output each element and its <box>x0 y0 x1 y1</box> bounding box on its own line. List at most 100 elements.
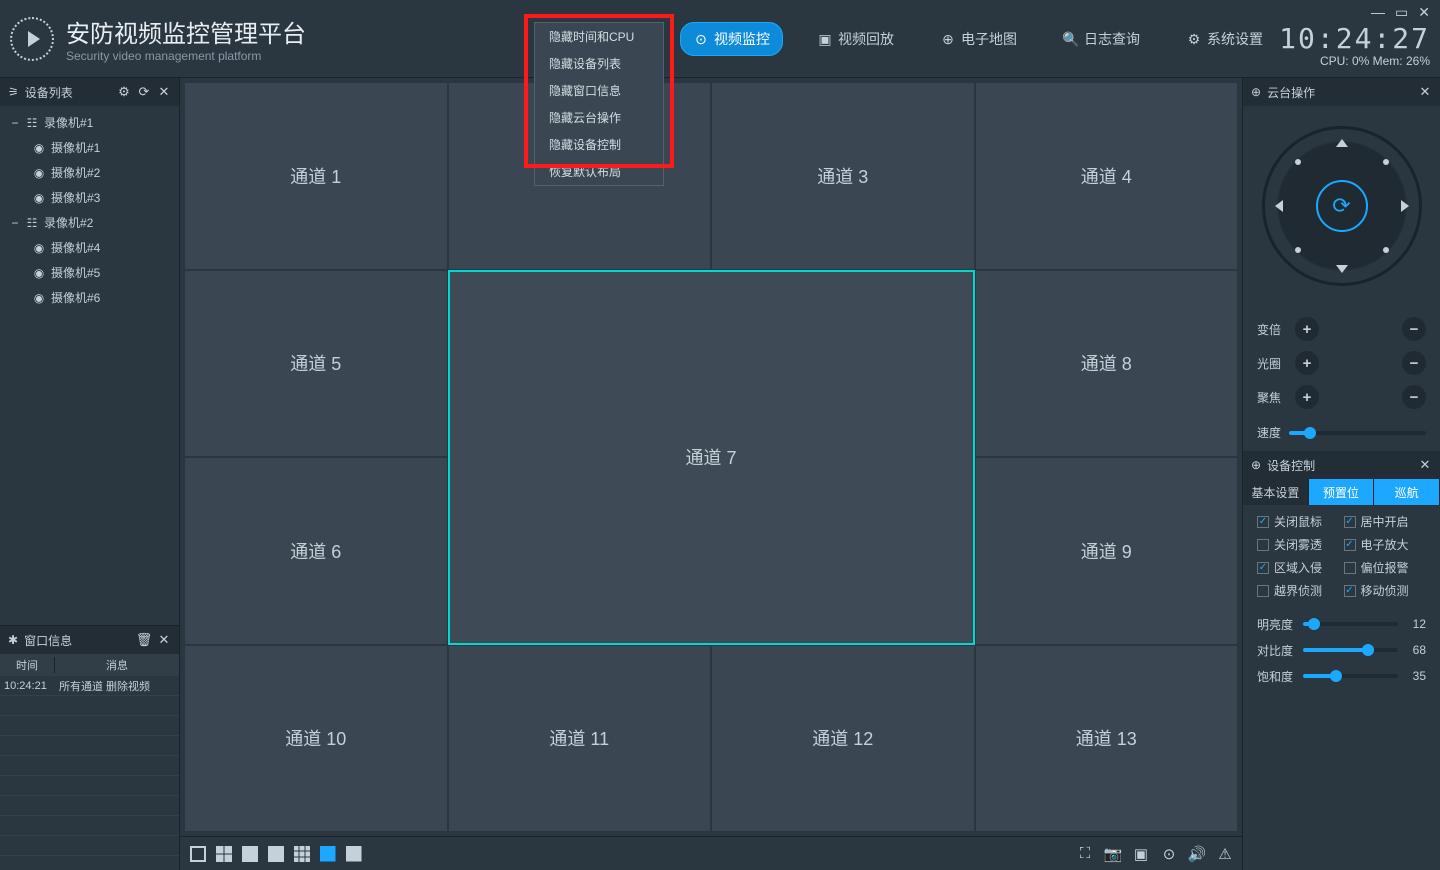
slider-track[interactable] <box>1303 622 1398 626</box>
tree-camera[interactable]: ◉摄像机#2 <box>0 160 179 185</box>
checkbox-item[interactable]: ✓关闭鼠标 <box>1257 513 1340 530</box>
context-menu-item[interactable]: 隐藏设备控制 <box>535 131 663 158</box>
tree-camera[interactable]: ◉摄像机#5 <box>0 260 179 285</box>
device-ctrl-tab[interactable]: 基本设置 <box>1243 479 1309 505</box>
checkbox-item[interactable]: 偏位报警 <box>1344 559 1427 576</box>
image-slider-row: 明亮度12 <box>1257 611 1426 637</box>
window-info-row[interactable]: 10:24:21所有通道 删除视频 <box>0 676 179 696</box>
ptz-refresh-button[interactable]: ⟳ <box>1316 180 1368 232</box>
iris-minus-button[interactable]: − <box>1402 351 1426 375</box>
tree-camera[interactable]: ◉摄像机#6 <box>0 285 179 310</box>
info-icon: ✱ <box>8 633 18 647</box>
collapse-icon[interactable]: − <box>10 216 20 230</box>
layout-16-icon[interactable] <box>344 844 364 864</box>
layout-6-icon[interactable] <box>240 844 260 864</box>
video-channel-7[interactable]: 通道 7 <box>448 270 975 645</box>
close-icon[interactable]: ✕ <box>157 85 171 99</box>
video-channel-5[interactable]: 通道 5 <box>184 270 448 458</box>
focus-minus-button[interactable]: − <box>1402 385 1426 409</box>
camera-label: 摄像机#3 <box>51 189 100 206</box>
video-channel-1[interactable]: 通道 1 <box>184 82 448 270</box>
nav-item-1[interactable]: ▣视频回放 <box>805 23 906 55</box>
context-menu-item[interactable]: 隐藏窗口信息 <box>535 77 663 104</box>
video-channel-3[interactable]: 通道 3 <box>711 82 975 270</box>
checkbox-label: 区域入侵 <box>1274 559 1322 576</box>
layout-8-icon[interactable] <box>266 844 286 864</box>
record-icon[interactable]: ⊙ <box>1160 845 1178 863</box>
ptz-downleft-icon[interactable] <box>1295 247 1301 253</box>
video-channel-11[interactable]: 通道 11 <box>448 645 712 833</box>
context-menu-item[interactable]: 隐藏设备列表 <box>535 50 663 77</box>
gear-icon[interactable]: ⚙ <box>117 85 131 99</box>
context-menu-item[interactable]: 隐藏云台操作 <box>535 104 663 131</box>
close-icon[interactable]: ✕ <box>1418 458 1432 472</box>
zoom-plus-button[interactable]: + <box>1295 317 1319 341</box>
close-icon[interactable]: ✕ <box>157 633 171 647</box>
video-channel-8[interactable]: 通道 8 <box>975 270 1239 458</box>
video-channel-6[interactable]: 通道 6 <box>184 457 448 645</box>
video-channel-13[interactable]: 通道 13 <box>975 645 1239 833</box>
video-channel-12[interactable]: 通道 12 <box>711 645 975 833</box>
speed-track[interactable] <box>1289 431 1426 435</box>
tree-camera[interactable]: ◉摄像机#4 <box>0 235 179 260</box>
slider-label: 对比度 <box>1257 642 1295 659</box>
nav-item-2[interactable]: ⊕电子地图 <box>928 23 1029 55</box>
volume-icon[interactable]: 🔊 <box>1188 845 1206 863</box>
tree-recorder[interactable]: −☷录像机#2 <box>0 210 179 235</box>
ptz-upleft-icon[interactable] <box>1295 159 1301 165</box>
slider-track[interactable] <box>1303 648 1398 652</box>
ptz-down-icon[interactable] <box>1336 265 1348 273</box>
zoom-minus-button[interactable]: − <box>1402 317 1426 341</box>
layout-9-icon[interactable] <box>292 844 312 864</box>
checkbox-item[interactable]: 越界侦测 <box>1257 582 1340 599</box>
slider-track[interactable] <box>1303 674 1398 678</box>
video-channel-10[interactable]: 通道 10 <box>184 645 448 833</box>
collapse-icon[interactable]: − <box>10 116 20 130</box>
checkbox-item[interactable]: 关闭雾透 <box>1257 536 1340 553</box>
minimize-icon[interactable]: — <box>1371 4 1385 21</box>
close-icon[interactable]: ✕ <box>1418 85 1432 99</box>
window-info-row-empty <box>0 796 179 816</box>
layout-4-icon[interactable] <box>214 844 234 864</box>
video-channel-4[interactable]: 通道 4 <box>975 82 1239 270</box>
nav-item-4[interactable]: ⚙系统设置 <box>1174 23 1275 55</box>
focus-plus-button[interactable]: + <box>1295 385 1319 409</box>
video-channel-9[interactable]: 通道 9 <box>975 457 1239 645</box>
context-menu-item[interactable]: 隐藏时间和CPU <box>535 23 663 50</box>
alert-icon[interactable]: ⚠ <box>1216 845 1234 863</box>
nav-label: 视频监控 <box>714 29 770 49</box>
device-ctrl-tab[interactable]: 预置位 <box>1309 479 1375 505</box>
camera-icon: ◉ <box>32 141 46 155</box>
layout-1-icon[interactable] <box>188 844 208 864</box>
tree-recorder[interactable]: −☷录像机#1 <box>0 110 179 135</box>
trash-icon[interactable]: 🗑 <box>137 633 151 647</box>
checkbox-item[interactable]: ✓移动侦测 <box>1344 582 1427 599</box>
nav-item-3[interactable]: 🔍日志查询 <box>1051 23 1152 55</box>
ptz-right-icon[interactable] <box>1401 200 1409 212</box>
checkbox-item[interactable]: ✓居中开启 <box>1344 513 1427 530</box>
camera-icon[interactable]: 📷 <box>1104 845 1122 863</box>
tree-camera[interactable]: ◉摄像机#3 <box>0 185 179 210</box>
device-list-title: 设备列表 <box>25 84 73 101</box>
nav-item-0[interactable]: ⊙视频监控 <box>680 22 783 56</box>
maximize-icon[interactable]: ▭ <box>1395 4 1408 21</box>
ptz-downright-icon[interactable] <box>1383 247 1389 253</box>
layout-13-icon[interactable] <box>318 844 338 864</box>
main-nav: ⊙视频监控 ▣视频回放 ⊕电子地图 🔍日志查询 ⚙系统设置 <box>680 0 1275 78</box>
ptz-up-icon[interactable] <box>1336 139 1348 147</box>
ptz-left-icon[interactable] <box>1275 200 1283 212</box>
nav-icon: 🔍 <box>1063 31 1079 47</box>
device-ctrl-tab[interactable]: 巡航 <box>1374 479 1440 505</box>
iris-plus-button[interactable]: + <box>1295 351 1319 375</box>
tree-camera[interactable]: ◉摄像机#1 <box>0 135 179 160</box>
close-icon[interactable]: ✕ <box>1418 4 1430 21</box>
context-menu-item[interactable]: 恢复默认布局 <box>535 158 663 185</box>
snapshot-icon[interactable]: ▣ <box>1132 845 1150 863</box>
fit-screen-icon[interactable]: ⛶ <box>1076 845 1094 863</box>
checkbox-item[interactable]: ✓区域入侵 <box>1257 559 1340 576</box>
checkbox-icon <box>1257 585 1269 597</box>
ptz-upright-icon[interactable] <box>1383 159 1389 165</box>
camera-label: 摄像机#5 <box>51 264 100 281</box>
checkbox-item[interactable]: ✓电子放大 <box>1344 536 1427 553</box>
refresh-icon[interactable]: ⟳ <box>137 85 151 99</box>
